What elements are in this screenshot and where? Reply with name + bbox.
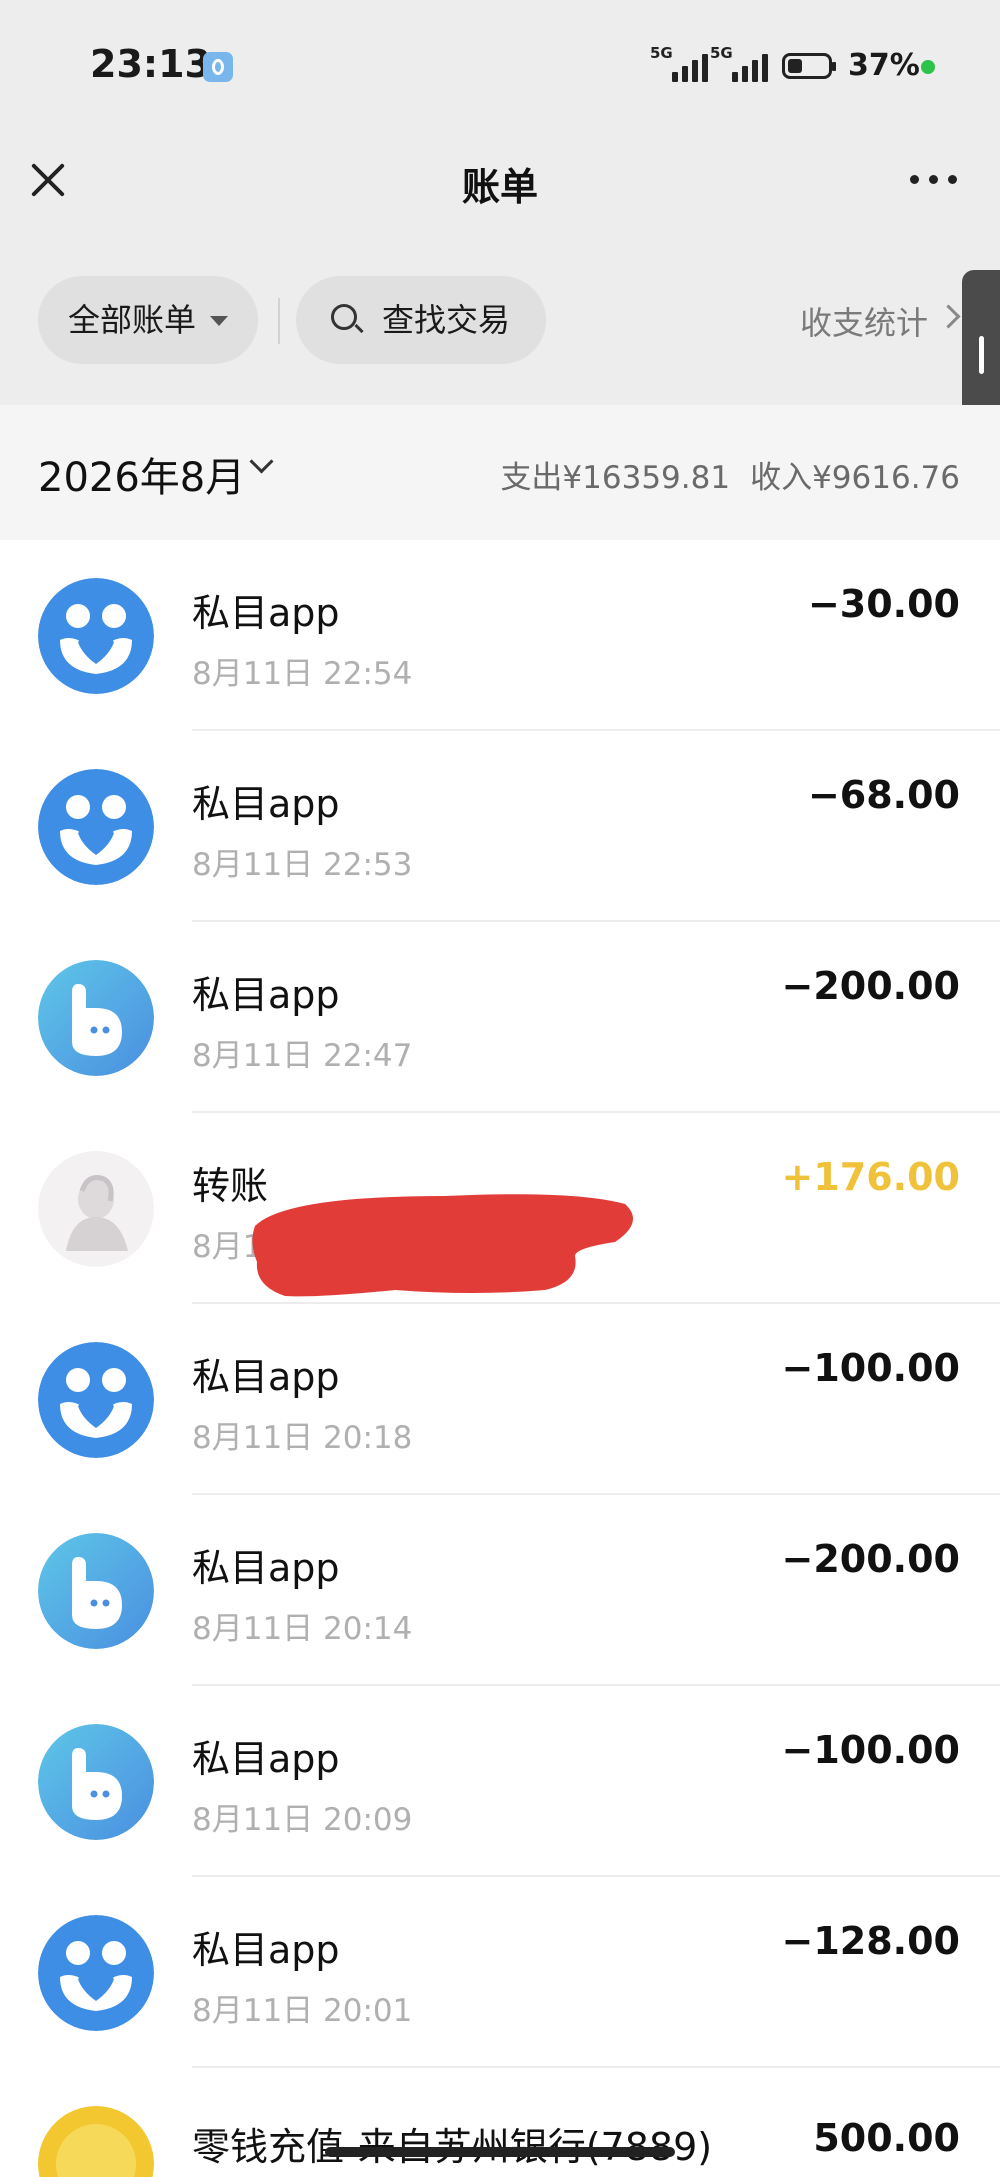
status-time: 23:13 [90,42,211,86]
month-selector[interactable]: 2026年8月 [38,445,245,503]
transaction-name: 私目app [192,1546,340,1590]
transaction-name: 私目app [192,1355,340,1399]
signal-label-2: 5G [710,44,733,62]
transaction-row[interactable]: 私目app 8月11日 22:47 −200.00 [0,922,1000,1113]
all-bills-label: 全部账单 [68,301,197,339]
heart-hands-icon [38,769,154,885]
transaction-row[interactable]: 私目app 8月11日 20:01 −128.00 [0,1877,1000,2068]
transaction-row[interactable]: 私目app 8月11日 20:14 −200.00 [0,1495,1000,1686]
transaction-time: 8月11日 20:18 [192,1420,413,1456]
transaction-amount: −128.00 [781,1919,960,1963]
b-mascot-icon [38,960,154,1076]
transaction-time: 8月11日 20:14 [192,1611,413,1647]
transaction-amount: +176.00 [781,1155,960,1199]
transaction-amount: −68.00 [807,773,960,817]
notification-app-icon [203,52,233,82]
chevron-right-icon [936,304,961,329]
transaction-name: 零钱充值-来自苏州银行(7889) [192,2116,712,2171]
transaction-amount: 500.00 [813,2116,960,2160]
chevron-down-icon[interactable] [249,449,274,474]
transaction-name: 私目app [192,1928,340,1972]
caret-down-icon [210,316,228,326]
more-icon[interactable] [910,175,960,187]
status-bar: 23:13 5G 5G 37% [0,0,1000,130]
transaction-name: 私目app [192,1737,340,1781]
battery-icon [782,53,836,79]
nav-bar: 账单 [0,130,1000,240]
transaction-time: 8月11日 22:47 [192,1038,413,1074]
transaction-amount: −200.00 [781,964,960,1008]
month-summary-bar: 2026年8月 支出¥16359.81 收入¥9616.76 [0,405,1000,540]
transaction-amount: −200.00 [781,1537,960,1581]
transaction-row[interactable]: 零钱充值-来自苏州银行(7889) 500.00 [0,2068,1000,2177]
transaction-name: 私目app [192,591,340,635]
stats-link[interactable]: 收支统计 [800,298,928,344]
heart-hands-icon [38,1915,154,2031]
contact-avatar [38,1151,154,1267]
transaction-amount: −100.00 [781,1346,960,1390]
transaction-time: 8月11日 22:53 [192,847,413,883]
heart-hands-icon [38,1342,154,1458]
battery-percent: 37% [848,48,920,83]
transaction-time: 8月11日 20:09 [192,1802,413,1838]
transaction-time: 8月11日 22:54 [192,656,413,692]
search-transactions-button[interactable]: 查找交易 [296,276,546,364]
privacy-indicator-dot [921,60,935,74]
b-mascot-icon [38,1724,154,1840]
transaction-amount: −30.00 [807,582,960,626]
transaction-name: 私目app [192,782,340,826]
signal-icon-2: 5G [710,44,772,84]
transaction-time: 8月11日 20:01 [192,1993,413,2029]
filter-divider [278,298,280,344]
filter-bar: 全部账单 查找交易 收支统计 [0,270,1000,370]
transaction-row[interactable]: 私目app 8月11日 22:53 −68.00 [0,731,1000,922]
signal-icon-1: 5G [650,44,712,84]
home-indicator[interactable] [325,2147,675,2157]
transaction-row[interactable]: 私目app 8月11日 22:54 −30.00 [0,540,1000,731]
redaction-scribble [252,1194,633,1297]
transaction-amount: −100.00 [781,1728,960,1772]
income-total: 收入¥9616.76 [750,460,960,496]
coin-icon [38,2106,154,2177]
heart-hands-icon [38,578,154,694]
month-totals: 支出¥16359.81 收入¥9616.76 [500,452,960,497]
expense-total: 支出¥16359.81 [500,460,731,496]
transaction-name: 私目app [192,973,340,1017]
page-title: 账单 [461,165,538,209]
search-label: 查找交易 [382,301,511,339]
transaction-row[interactable]: 转账 8月11日 +176.00 [0,1113,1000,1304]
transaction-list: 私目app 8月11日 22:54 −30.00 私目app 8月11日 22:… [0,540,1000,2177]
transaction-row[interactable]: 私目app 8月11日 20:18 −100.00 [0,1304,1000,1495]
b-mascot-icon [38,1533,154,1649]
all-bills-dropdown[interactable]: 全部账单 [38,276,258,364]
transaction-row[interactable]: 私目app 8月11日 20:09 −100.00 [0,1686,1000,1877]
signal-label-1: 5G [650,44,673,62]
search-icon [331,304,357,330]
